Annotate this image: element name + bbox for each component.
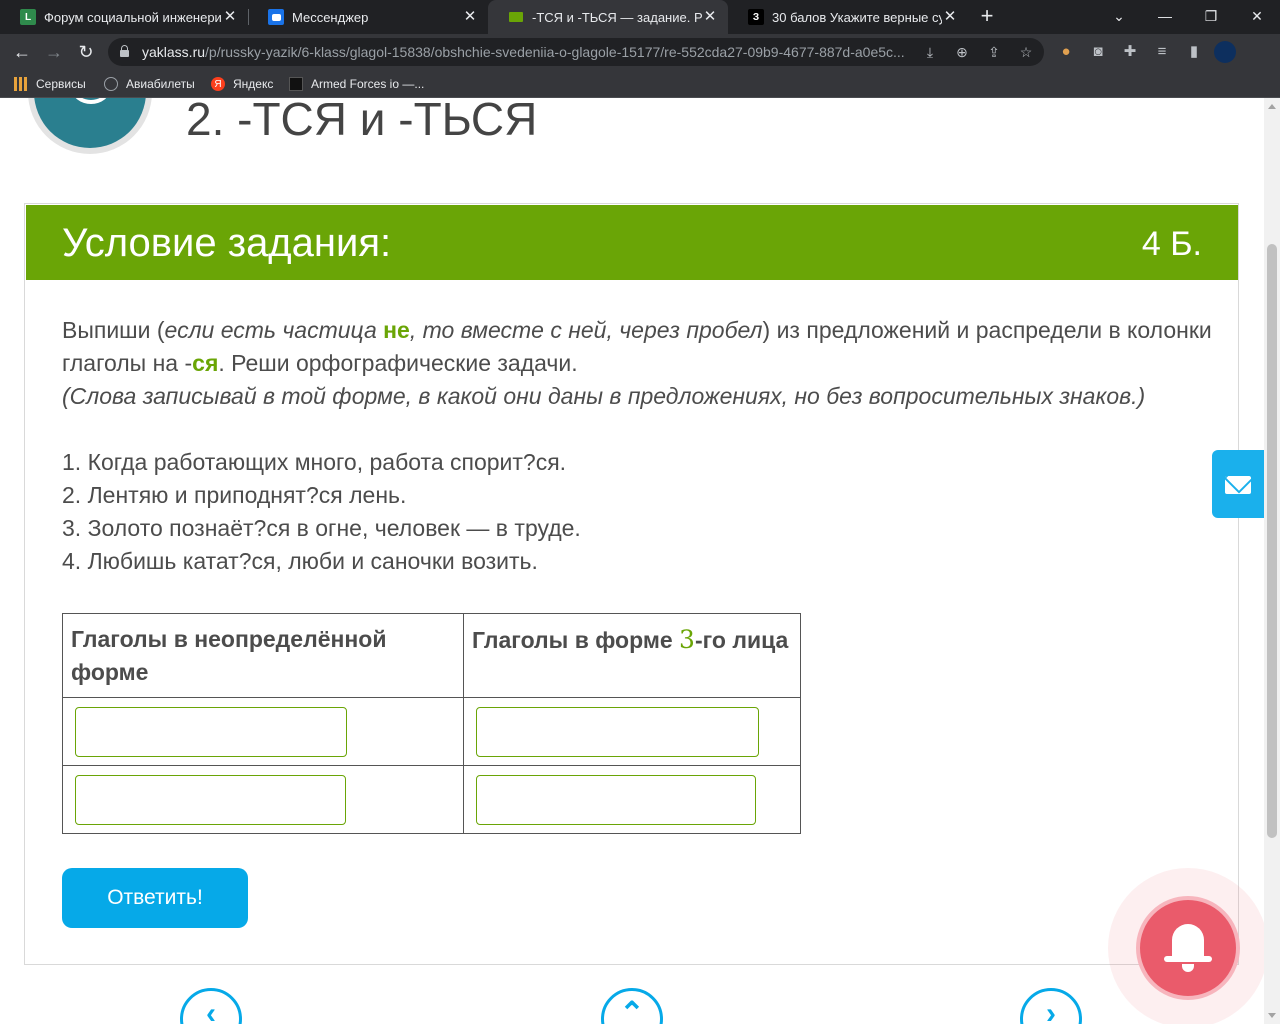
extensions-puzzle-icon[interactable]: ✚	[1118, 40, 1142, 64]
cookie-extension-icon[interactable]: ●	[1054, 40, 1078, 64]
sentence-item: 4. Любишь катат?ся, люби и саночки возит…	[62, 548, 538, 574]
scroll-down-arrow-icon[interactable]	[1268, 1013, 1276, 1018]
back-arrow-icon[interactable]: ←	[10, 40, 34, 64]
bookmark-armed-forces[interactable]: Armed Forces io —...	[289, 75, 424, 93]
profile-avatar[interactable]	[1214, 41, 1236, 63]
notification-bell-button[interactable]	[1136, 896, 1240, 1000]
yandex-logo-icon: Я	[211, 77, 225, 91]
tab-znanija[interactable]: З 30 балов Укажите верные сужд ✕	[728, 0, 968, 34]
url-host: yaklass.ru	[142, 44, 206, 60]
sentence-item: 2. Лентяю и приподнят?ся лень.	[62, 482, 407, 508]
window-close-icon[interactable]: ✕	[1234, 0, 1280, 34]
url-text[interactable]: yaklass.ru/p/russky-yazik/6-klass/glagol…	[142, 44, 912, 60]
url-path: /p/russky-yazik/6-klass/glagol-15838/obs…	[205, 44, 905, 60]
bookmark-label: Яндекс	[233, 77, 274, 91]
restore-icon[interactable]: ❐	[1188, 0, 1234, 34]
third-person-answer-input[interactable]	[476, 774, 756, 825]
submit-answer-button[interactable]: Ответить!	[62, 868, 248, 928]
column-header-third-person: Глаголы в форме 3-го лица	[463, 613, 801, 698]
lock-icon	[120, 45, 129, 58]
scroll-up-arrow-icon[interactable]	[1268, 104, 1276, 109]
bookmark-label: Авиабилеты	[126, 77, 195, 91]
close-icon[interactable]: ✕	[462, 9, 478, 25]
install-app-icon[interactable]: ⤓	[920, 42, 940, 62]
previous-task-chevron-icon[interactable]: ‹	[180, 988, 242, 1024]
table-cell	[463, 697, 801, 766]
chat-favicon-icon	[268, 9, 284, 25]
task-card: Условие задания: 4 Б. Выпиши (если есть …	[24, 203, 1239, 965]
side-panel-icon[interactable]: ▮	[1182, 40, 1206, 64]
armed-forces-icon	[289, 77, 303, 91]
table-cell	[62, 697, 464, 766]
tab-strip: L Форум социальной инженерии ✕ Мессендже…	[0, 0, 1280, 34]
bookmarks-bar: Сервисы Авиабилеты Я Яндекс Armed Forces…	[0, 70, 1280, 98]
task-description: Выпиши (если есть частица не, то вместе …	[62, 314, 1212, 578]
tab-search-chevron-icon[interactable]: ⌄	[1096, 0, 1142, 34]
answer-table: Глаголы в неопределённой форме Глаголы в…	[62, 613, 801, 834]
table-cell	[463, 765, 801, 834]
address-bar[interactable]: yaklass.ru/p/russky-yazik/6-klass/glagol…	[108, 38, 1044, 66]
close-icon[interactable]: ✕	[942, 9, 958, 25]
bookmark-flights[interactable]: Авиабилеты	[104, 75, 195, 93]
bookmark-label: Сервисы	[36, 77, 86, 91]
bookmark-yandex[interactable]: Я Яндекс	[211, 75, 273, 93]
table-row	[62, 697, 801, 766]
task-points: 4 Б.	[1141, 225, 1202, 263]
share-icon[interactable]: ⇪	[984, 42, 1004, 62]
table-row	[62, 765, 801, 834]
next-task-chevron-icon[interactable]: ›	[1020, 988, 1082, 1024]
column-header-infinitive: Глаголы в неопределённой форме	[62, 613, 464, 698]
bell-icon	[1172, 924, 1204, 960]
scrollbar-thumb[interactable]	[1267, 244, 1277, 838]
suffix-highlight: ся	[192, 350, 219, 376]
zoom-icon[interactable]: ⊕	[952, 42, 972, 62]
table-header-row: Глаголы в неопределённой форме Глаголы в…	[62, 613, 801, 698]
task-note: (Слова записывай в той форме, в какой он…	[62, 383, 1146, 409]
forward-arrow-icon[interactable]: →	[42, 40, 66, 64]
tab-title: 30 балов Укажите верные сужд	[772, 9, 942, 25]
task-instruction: Выпиши (если есть частица не, то вместе …	[62, 317, 1212, 376]
envelope-icon	[1225, 476, 1251, 494]
bookmark-label: Armed Forces io —...	[311, 77, 425, 91]
reload-icon[interactable]: ↻	[74, 40, 98, 64]
new-tab-plus-icon[interactable]: +	[974, 5, 1000, 29]
apps-grid-icon	[14, 77, 28, 91]
tab-title: Форум социальной инженерии	[44, 9, 222, 25]
page-title: 2. -ТСЯ и -ТЬСЯ	[186, 98, 538, 145]
tab-forum[interactable]: L Форум социальной инженерии ✕	[0, 0, 248, 34]
znanija-favicon-icon: З	[748, 9, 764, 25]
close-icon[interactable]: ✕	[702, 9, 718, 25]
speech-bubble-icon	[72, 98, 110, 104]
bookmark-star-icon[interactable]: ☆	[1016, 42, 1036, 62]
table-cell	[62, 765, 464, 834]
minimize-icon[interactable]: —	[1142, 0, 1188, 34]
book-favicon-icon	[508, 9, 524, 25]
feedback-mail-button[interactable]	[1212, 450, 1264, 518]
sentence-item: 1. Когда работающих много, работа спорит…	[62, 449, 567, 475]
task-header-title: Условие задания:	[62, 221, 392, 265]
browser-toolbar: ← → ↻ yaklass.ru/p/russky-yazik/6-klass/…	[0, 34, 1280, 70]
topic-logo	[28, 98, 152, 154]
page-viewport: 2. -ТСЯ и -ТЬСЯ Условие задания: 4 Б. Вы…	[0, 98, 1264, 1024]
media-queue-icon[interactable]: ≡	[1150, 40, 1174, 64]
sentence-item: 3. Золото познаёт?ся в огне, человек — в…	[62, 515, 581, 541]
task-header: Условие задания: 4 Б.	[26, 205, 1238, 280]
tab-title: Мессенджер	[292, 9, 369, 25]
close-icon[interactable]: ✕	[222, 9, 238, 25]
bookmark-services[interactable]: Сервисы	[14, 75, 86, 93]
up-to-topic-chevron-icon[interactable]: ⌃	[601, 988, 663, 1024]
sentence-list: 1. Когда работающих много, работа спорит…	[62, 446, 1212, 578]
forum-favicon-icon: L	[20, 9, 36, 25]
particle-highlight: не	[383, 317, 410, 343]
tab-messenger[interactable]: Мессенджер ✕	[248, 0, 488, 34]
tab-title: -ТСЯ и -ТЬСЯ — задание. Русский	[532, 9, 702, 25]
infinitive-answer-input[interactable]	[75, 706, 347, 757]
page-scrollbar[interactable]	[1264, 98, 1280, 1024]
third-person-answer-input[interactable]	[476, 706, 759, 757]
tab-yaklass-task[interactable]: -ТСЯ и -ТЬСЯ — задание. Русский ✕	[488, 0, 728, 34]
infinitive-answer-input[interactable]	[75, 774, 346, 825]
globe-icon	[104, 77, 118, 91]
incognito-extension-icon[interactable]: ◙	[1086, 40, 1110, 64]
